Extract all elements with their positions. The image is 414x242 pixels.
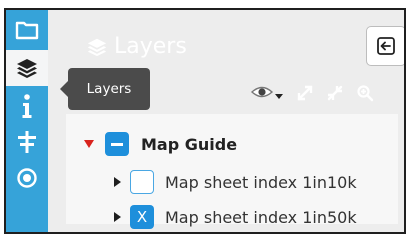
info-icon (22, 94, 32, 118)
tool-rail (6, 10, 48, 232)
map-legend-button[interactable] (6, 124, 48, 160)
minus-icon (111, 142, 123, 146)
collapse-all-button[interactable] (326, 84, 344, 102)
tooltip-text: Layers (86, 81, 132, 97)
layers-panel: Layers Map Guide Map sheet index 1in10k … (48, 10, 404, 232)
expand-all-button[interactable] (296, 84, 314, 102)
group-row: Map Guide (84, 132, 237, 156)
exit-arrow-icon (377, 37, 395, 55)
group-label: Map Guide (141, 134, 238, 154)
layer-label: Map sheet index 1in50k (165, 207, 357, 227)
expand-caret-icon[interactable] (114, 212, 121, 222)
collapse-all-icon (327, 85, 343, 101)
layers-icon (17, 59, 37, 78)
folder-icon (15, 21, 39, 40)
expand-all-icon (297, 85, 313, 101)
checked-mark: X (136, 208, 148, 226)
zoom-to-layer-icon (357, 85, 374, 102)
zoom-to-layer-button[interactable] (356, 84, 374, 102)
collapse-panel-button[interactable] (366, 26, 404, 66)
expand-caret-icon[interactable] (84, 140, 94, 148)
layers-button[interactable] (6, 50, 48, 86)
expand-caret-icon[interactable] (114, 177, 121, 187)
layer-row: Map sheet index 1in10k (114, 170, 357, 194)
location-button[interactable] (6, 160, 48, 196)
layer-tree: Map Guide Map sheet index 1in10k X Map s… (66, 114, 398, 229)
visibility-menu-button[interactable] (250, 84, 284, 102)
panel-title: Layers (114, 34, 187, 59)
panel-header: Layers (86, 34, 187, 59)
layer-checkbox[interactable]: X (130, 205, 154, 229)
group-toggle-checkbox[interactable] (105, 132, 129, 156)
tooltip: Layers (60, 68, 150, 110)
info-button[interactable] (6, 88, 48, 124)
location-icon (17, 168, 37, 188)
folder-button[interactable] (6, 12, 48, 48)
layers-title-icon (87, 38, 107, 56)
layer-checkbox[interactable] (130, 170, 154, 194)
visibility-menu-icon (250, 86, 283, 99)
layer-tools (250, 84, 374, 102)
map-legend-icon (18, 131, 36, 153)
layer-row: X Map sheet index 1in50k (114, 205, 357, 229)
layer-label: Map sheet index 1in10k (165, 172, 357, 192)
layer-manager-window: Layers Map Guide Map sheet index 1in10k … (4, 8, 406, 234)
